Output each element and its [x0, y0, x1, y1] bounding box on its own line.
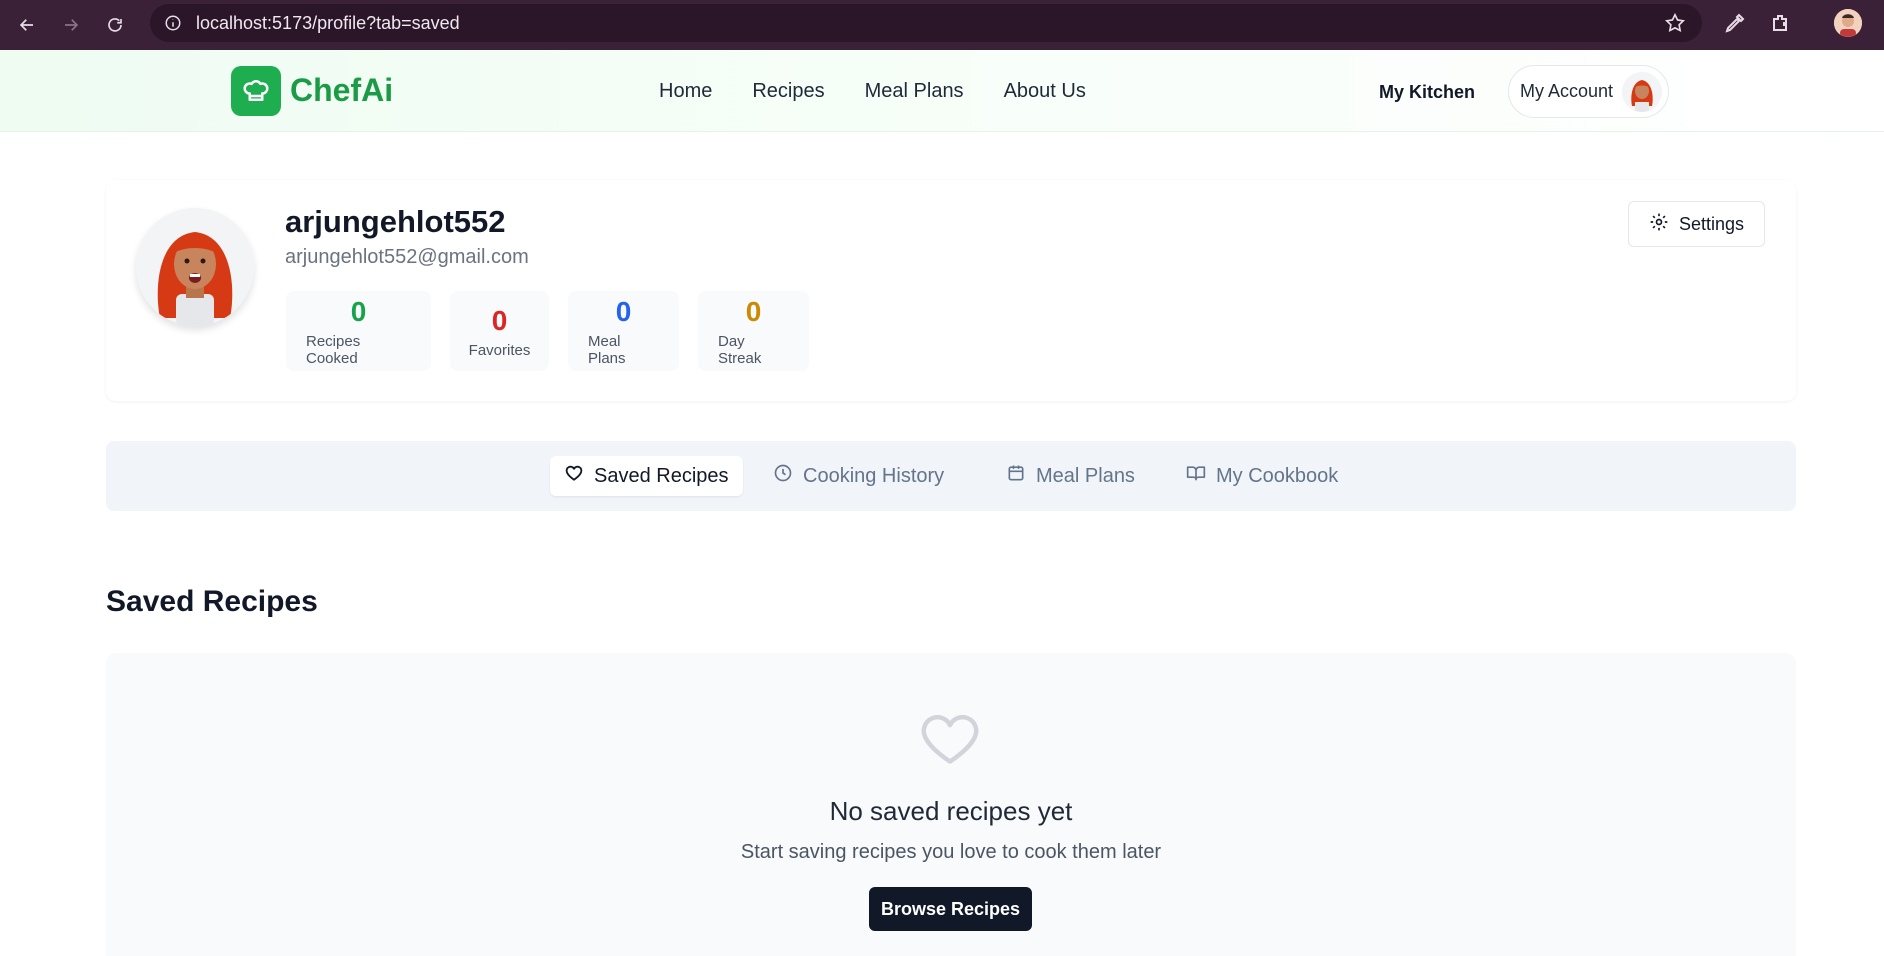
stat-recipes-cooked: 0 Recipes Cooked: [286, 291, 431, 371]
tab-label: My Cookbook: [1216, 464, 1339, 487]
site-info-icon[interactable]: [162, 12, 184, 34]
profile-tabs: Saved Recipes Cooking History Meal Plans…: [106, 441, 1796, 511]
section-title: Saved Recipes: [106, 585, 318, 618]
stat-label: Favorites: [468, 341, 531, 359]
forward-arrow-icon[interactable]: [59, 13, 83, 37]
stat-value: 0: [491, 304, 508, 336]
book-open-icon: [1186, 463, 1206, 489]
stat-label: Meal Plans: [588, 333, 626, 367]
stat-value: 0: [350, 296, 367, 327]
browse-recipes-button[interactable]: Browse Recipes: [869, 887, 1032, 931]
settings-button[interactable]: Settings: [1628, 201, 1765, 247]
nav-home[interactable]: Home: [659, 80, 712, 103]
stat-meal-plans: 0 Meal Plans: [568, 291, 679, 371]
nav-about-us[interactable]: About Us: [1004, 80, 1086, 103]
heart-icon: [920, 711, 980, 772]
brand-name[interactable]: ChefAi: [290, 72, 393, 109]
address-bar[interactable]: localhost:5173/profile?tab=saved: [150, 4, 1702, 42]
stat-value: 0: [615, 296, 632, 327]
app-header: ChefAi Home Recipes Meal Plans About Us …: [0, 50, 1884, 132]
calendar-icon: [1006, 463, 1026, 489]
nav-recipes[interactable]: Recipes: [752, 80, 824, 103]
extensions-icon[interactable]: [1769, 11, 1793, 40]
gear-icon: [1649, 212, 1669, 237]
eyedropper-icon[interactable]: [1723, 11, 1747, 40]
stat-value: 0: [745, 296, 762, 327]
tab-my-cookbook[interactable]: My Cookbook: [1172, 456, 1352, 496]
settings-label: Settings: [1678, 213, 1745, 234]
stat-label: Day Streak: [718, 333, 762, 367]
tab-cooking-history[interactable]: Cooking History: [759, 456, 958, 496]
profile-card: arjungehlot552 arjungehlot552@gmail.com …: [106, 180, 1796, 401]
tab-label: Cooking History: [803, 464, 945, 487]
my-kitchen-link[interactable]: My Kitchen: [1379, 82, 1475, 103]
profile-email: arjungehlot552@gmail.com: [285, 246, 529, 268]
stat-favorites: 0 Favorites: [450, 291, 549, 371]
tab-label: Saved Recipes: [594, 464, 729, 487]
url-text[interactable]: localhost:5173/profile?tab=saved: [196, 13, 460, 34]
stat-day-streak: 0 Day Streak: [698, 291, 809, 371]
main-nav: Home Recipes Meal Plans About Us: [659, 80, 1086, 103]
avatar: [1622, 72, 1662, 112]
chef-hat-logo-icon[interactable]: [231, 66, 281, 116]
profile-stats: 0 Recipes Cooked 0 Favorites 0 Meal Plan…: [286, 291, 809, 371]
my-account-label: My Account: [1520, 81, 1614, 101]
profile-avatar: [136, 208, 254, 326]
empty-state-title: No saved recipes yet: [829, 796, 1073, 826]
clock-icon: [773, 463, 793, 489]
tab-meal-plans[interactable]: Meal Plans: [992, 456, 1149, 496]
reload-icon[interactable]: [103, 13, 127, 37]
my-account-button[interactable]: My Account: [1508, 65, 1669, 118]
empty-state-panel: No saved recipes yet Start saving recipe…: [106, 653, 1796, 956]
nav-meal-plans[interactable]: Meal Plans: [865, 80, 964, 103]
bookmark-star-icon[interactable]: [1664, 12, 1686, 39]
empty-state-subtitle: Start saving recipes you love to cook th…: [740, 841, 1162, 863]
browser-toolbar: localhost:5173/profile?tab=saved: [0, 0, 1884, 50]
browser-profile-avatar[interactable]: [1834, 9, 1862, 37]
heart-icon: [564, 463, 584, 489]
tab-saved-recipes[interactable]: Saved Recipes: [550, 456, 743, 496]
tab-label: Meal Plans: [1036, 464, 1135, 487]
stat-label: Recipes Cooked: [306, 333, 361, 367]
profile-username: arjungehlot552: [285, 204, 506, 239]
back-arrow-icon[interactable]: [15, 13, 39, 37]
